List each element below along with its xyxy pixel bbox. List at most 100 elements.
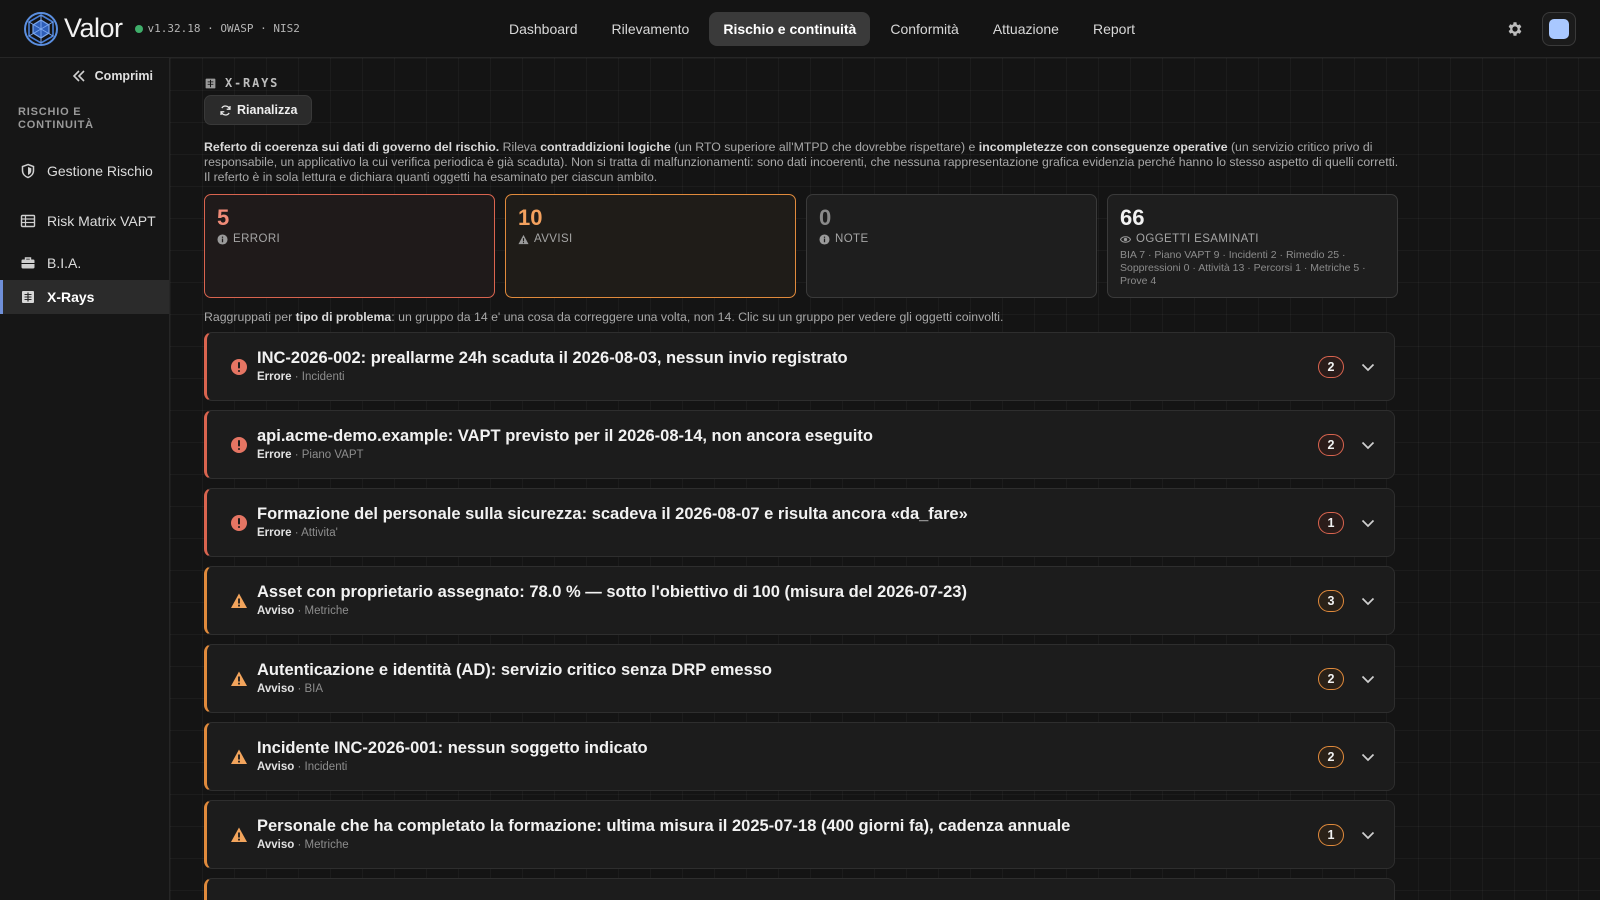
main-nav: Dashboard Rilevamento Rischio e continui… bbox=[495, 12, 1149, 46]
table-icon bbox=[20, 214, 36, 228]
notes-card[interactable]: 0 NOTE bbox=[806, 194, 1097, 298]
finding-group-1[interactable]: INC-2026-002: preallarme 24h scaduta il … bbox=[204, 332, 1395, 401]
hint-text: Raggruppati per bbox=[204, 310, 296, 324]
finding-severity: Errore bbox=[257, 371, 292, 383]
warning-icon bbox=[231, 593, 247, 608]
sidebar-item-bia[interactable]: B.I.A. bbox=[0, 246, 169, 280]
finding-title: Asset con proprietario assegnato: 78.0 %… bbox=[257, 583, 967, 601]
chevron-down-icon[interactable] bbox=[1360, 359, 1376, 375]
chevron-down-icon[interactable] bbox=[1360, 515, 1376, 531]
finding-severity: Avviso bbox=[257, 761, 295, 773]
errors-card[interactable]: 5 ERRORI bbox=[204, 194, 495, 298]
sidebar-item-gestione-rischio[interactable]: Gestione Rischio bbox=[0, 146, 169, 196]
chevron-down-icon[interactable] bbox=[1360, 437, 1376, 453]
sidebar-item-risk-matrix-vapt[interactable]: Risk Matrix VAPT bbox=[0, 196, 169, 246]
finding-meta: Avviso · Incidenti bbox=[257, 761, 347, 773]
valor-logo-icon bbox=[24, 11, 58, 46]
errors-label-row: ERRORI bbox=[217, 233, 482, 245]
desc-text: Rileva bbox=[499, 140, 541, 154]
nav-attuazione[interactable]: Attuazione bbox=[979, 12, 1073, 46]
page-description: Referto di coerenza sui dati di governo … bbox=[204, 140, 1404, 185]
sidebar: Comprimi RISCHIO E CONTINUITÀ Gestione R… bbox=[0, 58, 170, 900]
reanalyze-button[interactable]: Rianalizza bbox=[204, 95, 313, 125]
finding-meta: Errore · Piano VAPT bbox=[257, 449, 364, 461]
chevron-down-icon[interactable] bbox=[1360, 671, 1376, 687]
finding-title: Incidente INC-2026-001: nessun soggetto … bbox=[257, 739, 648, 757]
finding-count-badge: 2 bbox=[1318, 746, 1344, 768]
finding-group-4[interactable]: Asset con proprietario assegnato: 78.0 %… bbox=[204, 566, 1395, 635]
chevron-down-icon[interactable] bbox=[1360, 827, 1376, 843]
main-content: X-RAYS Rianalizza Referto di coerenza su… bbox=[170, 58, 1600, 900]
finding-group-7[interactable]: Personale che ha completato la formazion… bbox=[204, 800, 1395, 869]
finding-title: Personale che ha completato la formazion… bbox=[257, 817, 1071, 835]
warnings-card[interactable]: 10 AVVISI bbox=[505, 194, 796, 298]
finding-count-badge: 3 bbox=[1318, 590, 1344, 612]
desc-bold: Referto di coerenza sui dati di governo … bbox=[204, 140, 500, 154]
finding-count-badge: 2 bbox=[1318, 356, 1344, 378]
warning-icon bbox=[231, 749, 247, 764]
warning-icon bbox=[518, 234, 529, 244]
examined-label-row: OGGETTI ESAMINATI bbox=[1120, 233, 1385, 245]
finding-title: Autenticazione e identità (AD): servizio… bbox=[257, 661, 772, 679]
finding-group-2[interactable]: api.acme-demo.example: VAPT previsto per… bbox=[204, 410, 1395, 479]
warning-icon bbox=[231, 827, 247, 842]
finding-area: · BIA bbox=[294, 683, 324, 695]
info-icon bbox=[217, 233, 228, 245]
gear-icon[interactable] bbox=[1506, 20, 1524, 38]
finding-title: api.acme-demo.example: VAPT previsto per… bbox=[257, 427, 873, 445]
collapse-sidebar-button[interactable]: Comprimi bbox=[71, 68, 153, 84]
chevron-down-icon[interactable] bbox=[1360, 749, 1376, 765]
examined-detail: BIA 7 · Piano VAPT 9 · Incidenti 2 · Rim… bbox=[1120, 249, 1366, 287]
nav-rilevamento[interactable]: Rilevamento bbox=[598, 12, 704, 46]
sidebar-item-x-rays[interactable]: X-Rays bbox=[0, 280, 169, 314]
nav-rischio-continuita[interactable]: Rischio e continuità bbox=[709, 12, 871, 46]
finding-area: · Piano VAPT bbox=[291, 449, 364, 461]
nav-report[interactable]: Report bbox=[1079, 12, 1149, 46]
xray-icon bbox=[205, 78, 216, 88]
reanalyze-label: Rianalizza bbox=[237, 103, 298, 117]
finding-count-badge: 1 bbox=[1318, 512, 1344, 534]
examined-label: OGGETTI ESAMINATI bbox=[1136, 233, 1259, 245]
finding-group-6[interactable]: Incidente INC-2026-001: nessun soggetto … bbox=[204, 722, 1395, 791]
examined-card[interactable]: 66 OGGETTI ESAMINATI BIA 7 · Piano VAPT … bbox=[1107, 194, 1398, 298]
sidebar-items: Gestione Rischio Risk Matrix VAPT B.I.A. bbox=[0, 146, 169, 314]
finding-title: INC-2026-002: preallarme 24h scaduta il … bbox=[257, 349, 848, 367]
xray-icon bbox=[22, 291, 34, 303]
finding-area: · Incidenti bbox=[291, 371, 345, 383]
finding-meta: Errore · Attivita' bbox=[257, 527, 338, 539]
sidebar-item-label: Gestione Rischio bbox=[47, 163, 153, 179]
group-hint: Raggruppati per tipo di problema: un gru… bbox=[204, 310, 1003, 324]
finding-group-partial[interactable] bbox=[204, 878, 1395, 900]
chevron-down-icon[interactable] bbox=[1360, 593, 1376, 609]
avatar bbox=[1549, 19, 1569, 39]
finding-area: · Metriche bbox=[294, 605, 349, 617]
brand[interactable]: Valor v1.32.18 · OWASP · NIS2 bbox=[23, 11, 300, 47]
nav-dashboard[interactable]: Dashboard bbox=[495, 12, 592, 46]
page-header: X-RAYS bbox=[204, 76, 279, 90]
page-title: X-RAYS bbox=[225, 76, 280, 90]
briefcase-icon bbox=[21, 257, 35, 269]
status-dot bbox=[134, 24, 143, 33]
error-icon bbox=[231, 437, 247, 453]
user-avatar-button[interactable] bbox=[1542, 12, 1576, 46]
warnings-label: AVVISI bbox=[534, 233, 573, 245]
desc-bold: incompletezze con conseguenze operative bbox=[978, 140, 1228, 154]
notes-count: 0 bbox=[819, 205, 832, 230]
refresh-icon bbox=[220, 104, 231, 116]
nav-conformita[interactable]: Conformità bbox=[876, 12, 972, 46]
finding-group-5[interactable]: Autenticazione e identità (AD): servizio… bbox=[204, 644, 1395, 713]
shield-icon bbox=[21, 163, 35, 179]
warnings-count: 10 bbox=[518, 205, 543, 230]
sidebar-item-label: B.I.A. bbox=[47, 255, 82, 271]
finding-severity: Errore bbox=[257, 449, 292, 461]
finding-group-3[interactable]: Formazione del personale sulla sicurezza… bbox=[204, 488, 1395, 557]
finding-meta: Avviso · BIA bbox=[257, 683, 323, 695]
finding-area: · Incidenti bbox=[294, 761, 348, 773]
finding-count-badge: 1 bbox=[1318, 824, 1344, 846]
hint-text: : un gruppo da 14 e' una cosa da corregg… bbox=[391, 310, 1004, 324]
desc-text: (un RTO superiore all'MTPD che dovrebbe … bbox=[670, 140, 979, 154]
stats-cards: 5 ERRORI 10 AVVISI 0 NOTE 66 OGGETTI ESA… bbox=[204, 194, 1398, 298]
findings-list: INC-2026-002: preallarme 24h scaduta il … bbox=[204, 332, 1395, 900]
notes-label-row: NOTE bbox=[819, 233, 1084, 245]
finding-count-badge: 2 bbox=[1318, 434, 1344, 456]
